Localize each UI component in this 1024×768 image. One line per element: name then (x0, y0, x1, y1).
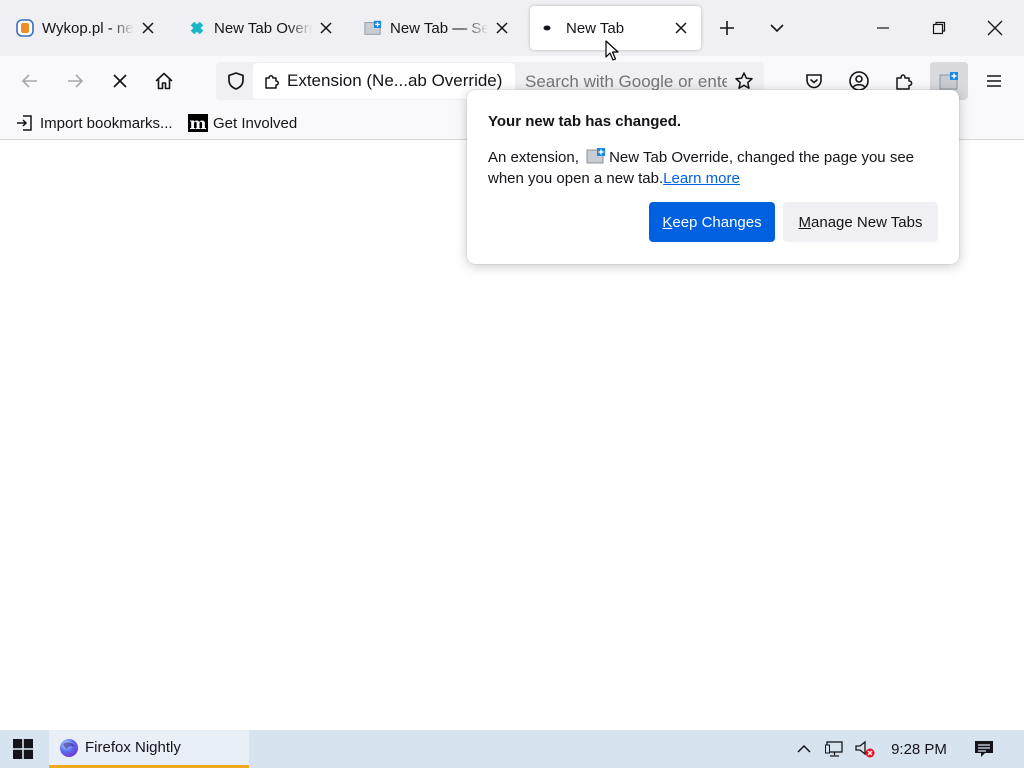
app-menu-button[interactable] (978, 65, 1010, 97)
back-arrow-icon (21, 74, 37, 88)
close-icon[interactable] (138, 18, 158, 38)
learn-more-link[interactable]: Learn more (663, 170, 740, 187)
account-icon (849, 71, 869, 91)
back-button[interactable] (14, 65, 46, 97)
puzzle-icon (188, 19, 206, 37)
identity-label: Extension (Ne...ab Override) (287, 71, 503, 90)
show-hidden-icons-button[interactable] (792, 730, 816, 768)
tab-new-tab-settings[interactable]: New Tab — Settings (354, 6, 522, 50)
volume-button[interactable] (852, 730, 878, 768)
home-button[interactable] (148, 65, 180, 97)
taskbar-app-label: Firefox Nightly (85, 739, 181, 756)
access-key: K (662, 213, 673, 231)
hamburger-menu-icon (987, 75, 1001, 87)
new-tab-override-icon (939, 72, 958, 90)
minimize-button[interactable] (860, 8, 906, 48)
bookmark-label: Get Involved (213, 114, 298, 132)
mozilla-m-icon: m (188, 113, 208, 133)
manage-new-tabs-button[interactable]: Manage New Tabs (783, 202, 938, 242)
forward-button[interactable] (59, 65, 91, 97)
clock-time: 9:28 PM (891, 740, 947, 758)
tab-strip: Wykop.pl - newsy New Tab Override New Ta… (0, 0, 1024, 56)
list-all-tabs-button[interactable] (763, 14, 791, 42)
tab-title: Wykop.pl - newsy (42, 19, 134, 37)
bookmark-label: Import bookmarks... (40, 114, 173, 132)
new-tab-override-icon (586, 148, 606, 164)
close-window-button[interactable] (972, 8, 1018, 48)
minimize-icon (877, 27, 889, 29)
tab-title: New Tab — Settings (390, 19, 488, 37)
tab-title: New Tab Override (214, 19, 312, 37)
bookmark-import[interactable]: Import bookmarks... (16, 112, 173, 134)
new-tab-changed-panel: Your new tab has changed. An extension, … (467, 90, 959, 264)
shield-icon (228, 72, 244, 90)
access-key: M (798, 213, 812, 231)
keep-changes-button[interactable]: Keep Changes (649, 202, 775, 242)
tab-new-tab-override[interactable]: New Tab Override (178, 6, 346, 50)
tab-wykop[interactable]: Wykop.pl - newsy (6, 6, 168, 50)
close-icon (987, 20, 1003, 36)
mouse-cursor-icon (605, 40, 619, 61)
close-icon[interactable] (492, 18, 512, 38)
chevron-down-icon (770, 24, 784, 33)
close-icon[interactable] (671, 18, 691, 38)
wykop-icon (16, 19, 34, 37)
panel-heading: Your new tab has changed. (488, 113, 682, 130)
loading-dot-icon (540, 19, 558, 37)
network-button[interactable] (822, 730, 848, 768)
volume-muted-icon (855, 740, 875, 758)
home-icon (155, 72, 173, 90)
tracking-protection-button[interactable] (220, 65, 252, 97)
forward-arrow-icon (68, 74, 84, 88)
button-label: anage New Tabs (811, 213, 923, 231)
windows-taskbar: Firefox Nightly 9:28 PM (0, 730, 1024, 768)
close-icon[interactable] (316, 18, 336, 38)
import-icon (17, 115, 32, 131)
chevron-up-icon (797, 744, 811, 753)
stop-button[interactable] (104, 65, 136, 97)
panel-description: An extension, New Tab Override, changed … (488, 147, 928, 189)
notification-icon (975, 741, 993, 757)
windows-logo-icon (13, 739, 33, 759)
clock[interactable]: 9:28 PM (886, 730, 952, 768)
extension-puzzle-icon (265, 75, 279, 89)
plus-icon (720, 21, 734, 35)
taskbar-firefox-nightly[interactable]: Firefox Nightly (49, 730, 249, 768)
network-icon (825, 741, 843, 757)
panel-body-prefix: An extension, (488, 149, 579, 166)
button-label: eep Changes (672, 213, 762, 231)
start-button[interactable] (0, 730, 46, 768)
search-input[interactable] (525, 72, 727, 92)
star-icon (735, 72, 753, 89)
new-tab-button[interactable] (713, 14, 741, 42)
firefox-nightly-icon (60, 738, 78, 757)
restore-icon (932, 21, 946, 35)
restore-button[interactable] (916, 8, 962, 48)
new-tab-override-icon (364, 19, 382, 37)
pocket-icon (806, 74, 822, 89)
extension-puzzle-icon (896, 74, 913, 90)
action-center-button[interactable] (968, 730, 1000, 768)
bookmark-get-involved[interactable]: m Get Involved (188, 112, 297, 134)
tab-title: New Tab (566, 19, 625, 37)
stop-icon (113, 74, 127, 88)
